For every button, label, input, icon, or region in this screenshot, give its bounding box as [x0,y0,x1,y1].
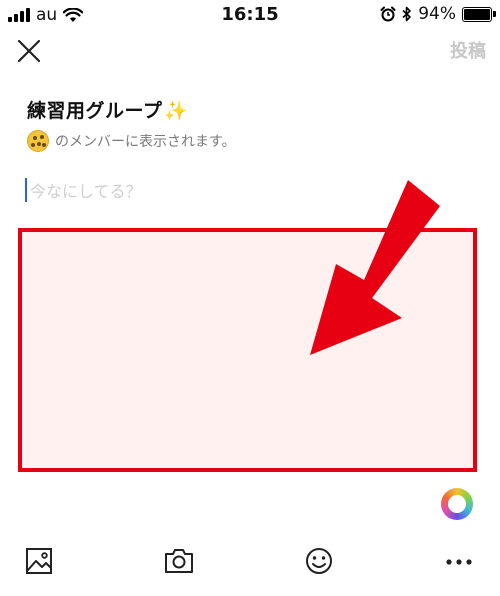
status-bar: au 16:15 94% [0,0,500,30]
alarm-icon [380,6,396,22]
pointer-arrow-icon [310,180,440,355]
battery-percent: 94% [418,4,456,24]
group-name: 練習用グループ [27,100,163,122]
status-right: 94% [380,4,496,24]
text-caret [25,178,27,202]
member-notice-text: のメンバーに表示されます。 [55,134,236,150]
emoji-icon[interactable] [303,545,335,577]
color-wheel-icon[interactable] [441,488,473,520]
bluetooth-icon [402,6,412,22]
close-icon[interactable] [14,36,44,66]
camera-icon[interactable] [163,545,195,577]
visibility-notice: のメンバーに表示されます。 [27,130,236,152]
post-button[interactable]: 投稿 [450,37,486,63]
battery-icon [462,6,496,22]
more-icon[interactable] [443,545,475,577]
sparkle-icon: ✨ [164,100,189,122]
group-title: 練習用グループ ✨ [27,96,189,123]
group-avatar [27,130,49,152]
image-icon[interactable] [23,545,55,577]
